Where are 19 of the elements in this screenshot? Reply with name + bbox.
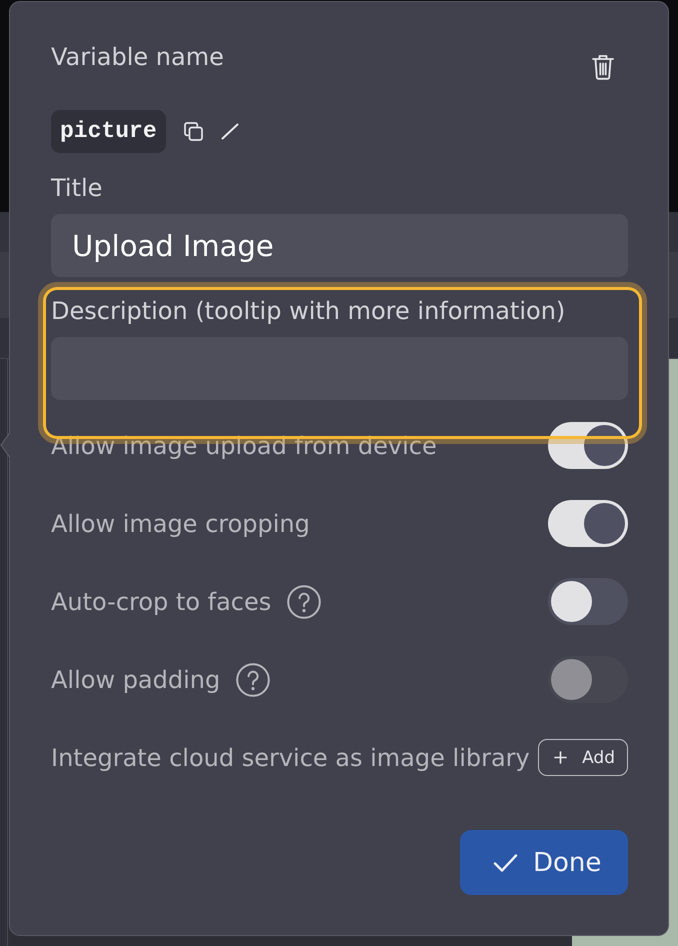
add-button[interactable]: Add — [538, 739, 628, 776]
option-label: Auto-crop to faces — [51, 588, 272, 616]
variable-name-label: Variable name — [51, 43, 224, 71]
plus-icon — [554, 751, 568, 764]
toggle-switch[interactable] — [548, 500, 628, 547]
option-label: Integrate cloud service as image library — [51, 744, 530, 772]
title-label: Title — [51, 174, 102, 202]
variable-name-tag: picture — [51, 110, 166, 153]
option-label: Allow image cropping — [51, 510, 310, 538]
title-field[interactable]: Upload Image — [51, 214, 628, 277]
trash-icon[interactable] — [592, 54, 614, 80]
pencil-icon[interactable] — [220, 123, 239, 140]
option-label: Allow padding — [51, 666, 220, 694]
description-label: Description (tooltip with more information) — [51, 297, 566, 325]
check-icon — [493, 852, 518, 872]
done-button[interactable]: Done — [460, 830, 628, 895]
copy-icon[interactable] — [184, 122, 203, 141]
help-icon[interactable] — [287, 584, 322, 618]
toggle-switch[interactable] — [548, 578, 628, 625]
